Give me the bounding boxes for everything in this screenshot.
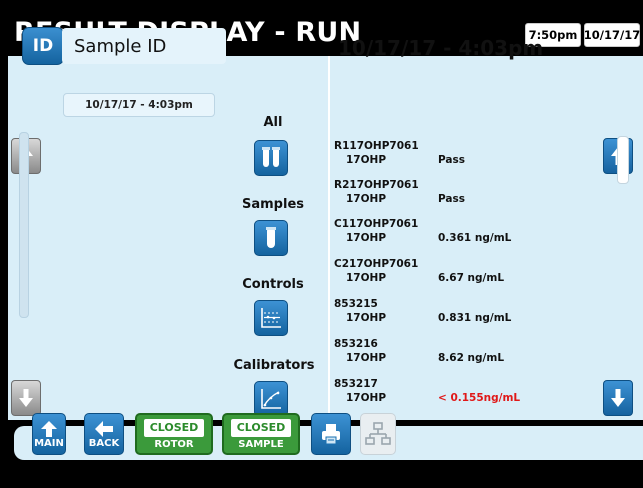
back-button[interactable]: BACK: [84, 413, 124, 455]
controls-chart-icon: [261, 308, 281, 328]
sample-id-field[interactable]: Sample ID: [62, 28, 226, 64]
result-item: 853217 17OHP < 0.155ng/mL: [334, 378, 584, 406]
filter-controls-button[interactable]: [254, 300, 288, 336]
panel-divider: [328, 56, 330, 420]
result-item: C117OHP7061 17OHP 0.361 ng/mL: [334, 218, 584, 246]
back-button-label: BACK: [88, 437, 120, 449]
printer-icon: [322, 424, 340, 445]
results-scrollbar-thumb[interactable]: [617, 136, 629, 184]
result-sample-id: 853215: [334, 298, 378, 310]
result-analyte: 17OHP: [346, 352, 387, 364]
result-sample-id: R117OHP7061: [334, 140, 419, 152]
result-item: R117OHP7061 17OHP Pass: [334, 140, 584, 168]
arrow-down-icon: [611, 389, 625, 407]
result-analyte: 17OHP: [346, 193, 387, 205]
filter-label-controls: Controls: [242, 277, 304, 292]
result-item: 853215 17OHP 0.831 ng/mL: [334, 298, 584, 326]
result-sample-id: 853217: [334, 378, 378, 390]
arrow-up-icon: [41, 420, 57, 437]
result-value: 0.361 ng/mL: [438, 232, 512, 244]
result-analyte: 17OHP: [346, 272, 387, 284]
result-value: Pass: [438, 193, 465, 205]
rotor-label: ROTOR: [154, 438, 194, 450]
arrow-down-icon: [19, 389, 33, 407]
network-button[interactable]: [360, 413, 396, 455]
screen: RESULT DISPLAY - RUN 7:50pm 10/17/17 ID …: [0, 0, 643, 488]
result-value: 0.831 ng/mL: [438, 312, 512, 324]
arrow-left-icon: [95, 420, 113, 437]
filter-samples-button[interactable]: [254, 220, 288, 256]
result-analyte: 17OHP: [346, 232, 387, 244]
tube-icon: [266, 227, 276, 248]
result-sample-id: C117OHP7061: [334, 218, 419, 230]
filter-label-all: All: [263, 115, 283, 130]
main-button-label: MAIN: [34, 437, 64, 449]
tubes-icon: [262, 147, 280, 167]
calibration-curve-icon: [261, 389, 281, 409]
result-value: 8.62 ng/mL: [438, 352, 505, 364]
run-list-item[interactable]: 10/17/17 - 4:03pm: [63, 93, 215, 117]
detail-date-time: 10/17/17 - 4:03pm: [338, 36, 544, 60]
result-analyte: 17OHP: [346, 312, 387, 324]
id-badge-button[interactable]: ID: [22, 27, 64, 65]
result-item: C217OHP7061 17OHP 6.67 ng/mL: [334, 258, 584, 286]
result-value: Pass: [438, 154, 465, 166]
result-value-flagged: < 0.155ng/mL: [438, 392, 521, 404]
result-sample-id: C217OHP7061: [334, 258, 419, 270]
result-analyte: 17OHP: [346, 392, 387, 404]
print-button[interactable]: [311, 413, 351, 455]
result-item: R217OHP7061 17OHP Pass: [334, 179, 584, 207]
clock-date: 10/17/17: [584, 23, 640, 47]
sample-status: CLOSED: [231, 418, 291, 437]
filter-calibrators-button[interactable]: [254, 381, 288, 417]
result-item: 853216 17OHP 8.62 ng/mL: [334, 338, 584, 366]
filter-label-samples: Samples: [242, 197, 304, 212]
filter-label-calibrators: Calibrators: [233, 358, 315, 373]
result-value: 6.67 ng/mL: [438, 272, 505, 284]
results-scroll-down-button[interactable]: [603, 380, 633, 416]
result-sample-id: R217OHP7061: [334, 179, 419, 191]
sample-status-button[interactable]: CLOSED SAMPLE: [222, 413, 300, 455]
network-icon: [365, 422, 391, 445]
run-list-scrollbar[interactable]: [19, 132, 29, 318]
main-button[interactable]: MAIN: [32, 413, 66, 455]
sample-label: SAMPLE: [238, 438, 284, 450]
result-analyte: 17OHP: [346, 154, 387, 166]
filter-all-button[interactable]: [254, 140, 288, 176]
rotor-status-button[interactable]: CLOSED ROTOR: [135, 413, 213, 455]
rotor-status: CLOSED: [144, 418, 204, 437]
result-sample-id: 853216: [334, 338, 378, 350]
list-scroll-down-button[interactable]: [11, 380, 41, 416]
